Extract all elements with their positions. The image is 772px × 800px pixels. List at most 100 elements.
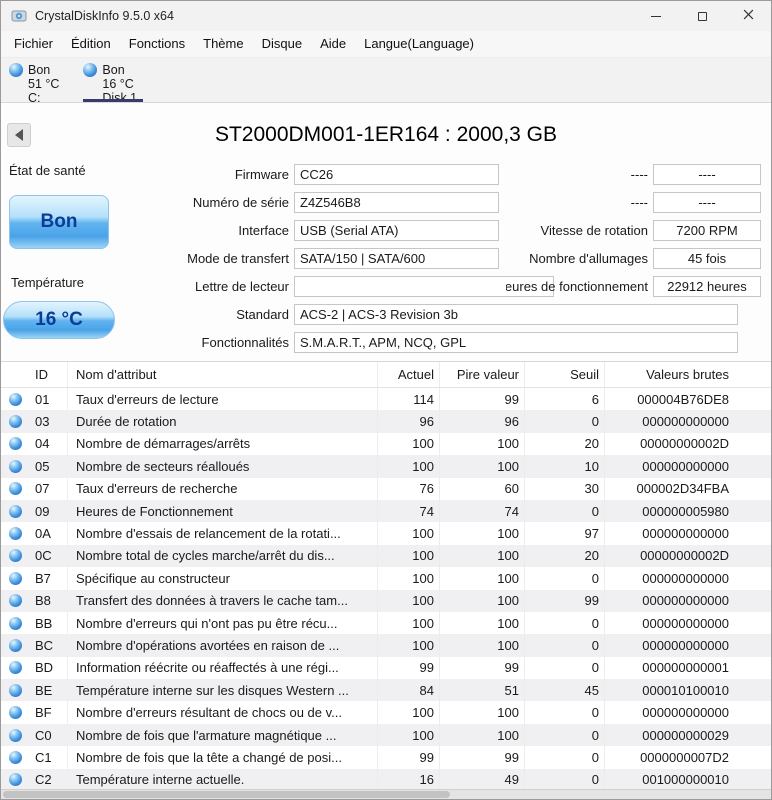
attr-raw-value-cell: 000000000000 — [604, 522, 734, 544]
table-row[interactable]: 0A Nombre d'essais de relancement de la … — [1, 522, 771, 544]
attr-id-cell: C1 — [29, 746, 67, 768]
disk-selector-strip: Bon 51 °C C: Bon 16 °C Disk 1 — [1, 58, 771, 103]
attr-id-cell: BF — [29, 701, 67, 723]
disk-status-label: Bon — [28, 63, 59, 77]
disk-item[interactable]: Bon 16 °C Disk 1 — [83, 59, 161, 102]
attr-current-cell: 100 — [377, 545, 439, 567]
field-label: Lettre de lecteur — [1, 279, 289, 294]
column-header-worst: Pire valeur — [439, 362, 524, 387]
table-row[interactable]: B8 Transfert des données à travers le ca… — [1, 590, 771, 612]
status-orb-icon — [9, 639, 22, 652]
status-orb-icon — [9, 549, 22, 562]
table-row[interactable]: BB Nombre d'erreurs qui n'ont pas pu êtr… — [1, 612, 771, 634]
attr-threshold-cell: 0 — [524, 500, 604, 522]
row-orb-cell — [1, 500, 29, 522]
field-label: Firmware — [1, 167, 289, 182]
menu-item[interactable]: Fonctions — [120, 31, 194, 57]
horizontal-scrollbar[interactable] — [1, 789, 771, 799]
attr-worst-cell: 74 — [439, 500, 524, 522]
minimize-icon — [651, 16, 661, 17]
attr-raw-value-cell: 00000000002D — [604, 433, 734, 455]
table-row[interactable]: C1 Nombre de fois que la tête a changé d… — [1, 746, 771, 768]
table-row[interactable]: C2 Température interne actuelle. 16 49 0… — [1, 769, 771, 791]
disk-item[interactable]: Bon 51 °C C: — [9, 59, 83, 102]
menu-item[interactable]: Disque — [253, 31, 311, 57]
attr-raw-value-cell: 000010100010 — [604, 679, 734, 701]
menu-item[interactable]: Fichier — [5, 31, 62, 57]
attr-worst-cell: 99 — [439, 388, 524, 410]
disk-item-top: Bon 16 °C — [83, 63, 137, 91]
attr-id-cell: 04 — [29, 433, 67, 455]
status-orb-icon — [9, 505, 22, 518]
table-row[interactable]: 0C Nombre total de cycles marche/arrêt d… — [1, 545, 771, 567]
attr-id-cell: C2 — [29, 769, 67, 791]
scrollbar-thumb[interactable] — [3, 791, 450, 798]
menu-item[interactable]: Édition — [62, 31, 120, 57]
attr-name-cell: Heures de Fonctionnement — [67, 500, 377, 522]
field-label: Nombre d'allumages — [506, 251, 648, 266]
status-orb-icon — [9, 572, 22, 585]
attr-id-cell: BE — [29, 679, 67, 701]
maximize-button[interactable] — [679, 1, 725, 31]
attr-worst-cell: 49 — [439, 769, 524, 791]
field-value-box: Z4Z546B8 — [294, 192, 499, 213]
table-row[interactable]: 07 Taux d'erreurs de recherche 76 60 30 … — [1, 478, 771, 500]
table-row[interactable]: BC Nombre d'opérations avortées en raiso… — [1, 634, 771, 656]
drive-title: ST2000DM001-1ER164 : 2000,3 GB — [1, 123, 771, 147]
status-orb-icon — [9, 460, 22, 473]
field-row: Vitesse de rotation 7200 RPM — [506, 216, 766, 244]
attr-name-cell: Spécifique au constructeur — [67, 567, 377, 589]
attr-threshold-cell: 0 — [524, 567, 604, 589]
table-row[interactable]: 09 Heures de Fonctionnement 74 74 0 0000… — [1, 500, 771, 522]
attr-name-cell: Nombre d'erreurs résultant de chocs ou d… — [67, 701, 377, 723]
attr-threshold-cell: 45 — [524, 679, 604, 701]
close-button[interactable] — [725, 1, 771, 31]
table-row[interactable]: B7 Spécifique au constructeur 100 100 0 … — [1, 567, 771, 589]
field-label: Heures de fonctionnement — [506, 279, 648, 294]
attr-current-cell: 100 — [377, 455, 439, 477]
table-row[interactable]: BE Température interne sur les disques W… — [1, 679, 771, 701]
row-orb-cell — [1, 724, 29, 746]
minimize-button[interactable] — [633, 1, 679, 31]
attr-name-cell: Taux d'erreurs de lecture — [67, 388, 377, 410]
attr-id-cell: 0C — [29, 545, 67, 567]
attr-current-cell: 16 — [377, 769, 439, 791]
attr-current-cell: 74 — [377, 500, 439, 522]
attr-worst-cell: 100 — [439, 522, 524, 544]
attr-threshold-cell: 0 — [524, 657, 604, 679]
field-label: Vitesse de rotation — [506, 223, 648, 238]
column-header-threshold: Seuil — [524, 362, 604, 387]
attr-id-cell: B7 — [29, 567, 67, 589]
menu-item[interactable]: Aide — [311, 31, 355, 57]
attr-raw-value-cell: 001000000010 — [604, 769, 734, 791]
attr-threshold-cell: 0 — [524, 634, 604, 656]
titlebar[interactable]: CrystalDiskInfo 9.5.0 x64 — [1, 1, 771, 31]
menu-item[interactable]: Thème — [194, 31, 252, 57]
row-orb-cell — [1, 634, 29, 656]
attr-threshold-cell: 30 — [524, 478, 604, 500]
row-orb-cell — [1, 388, 29, 410]
row-orb-cell — [1, 478, 29, 500]
table-row[interactable]: 03 Durée de rotation 96 96 0 00000000000… — [1, 410, 771, 432]
attr-name-cell: Nombre de secteurs réalloués — [67, 455, 377, 477]
selected-disk-underline — [83, 99, 143, 102]
status-orb-icon — [9, 594, 22, 607]
field-row: ---- ---- — [506, 188, 766, 216]
attr-name-cell: Température interne actuelle. — [67, 769, 377, 791]
field-row: ---- ---- — [506, 160, 766, 188]
attr-worst-cell: 100 — [439, 701, 524, 723]
table-row[interactable]: 01 Taux d'erreurs de lecture 114 99 6 00… — [1, 388, 771, 410]
table-row[interactable]: C0 Nombre de fois que l'armature magnéti… — [1, 724, 771, 746]
table-row[interactable]: BF Nombre d'erreurs résultant de chocs o… — [1, 701, 771, 723]
attr-threshold-cell: 0 — [524, 701, 604, 723]
attr-worst-cell: 100 — [439, 567, 524, 589]
attr-threshold-cell: 0 — [524, 724, 604, 746]
table-row[interactable]: BD Information réécrite ou réaffectés à … — [1, 657, 771, 679]
row-orb-cell — [1, 746, 29, 768]
attr-id-cell: C0 — [29, 724, 67, 746]
table-row[interactable]: 04 Nombre de démarrages/arrêts 100 100 2… — [1, 433, 771, 455]
menu-item[interactable]: Langue(Language) — [355, 31, 483, 57]
attr-worst-cell: 100 — [439, 724, 524, 746]
table-row[interactable]: 05 Nombre de secteurs réalloués 100 100 … — [1, 455, 771, 477]
attr-raw-value-cell: 000000000000 — [604, 455, 734, 477]
